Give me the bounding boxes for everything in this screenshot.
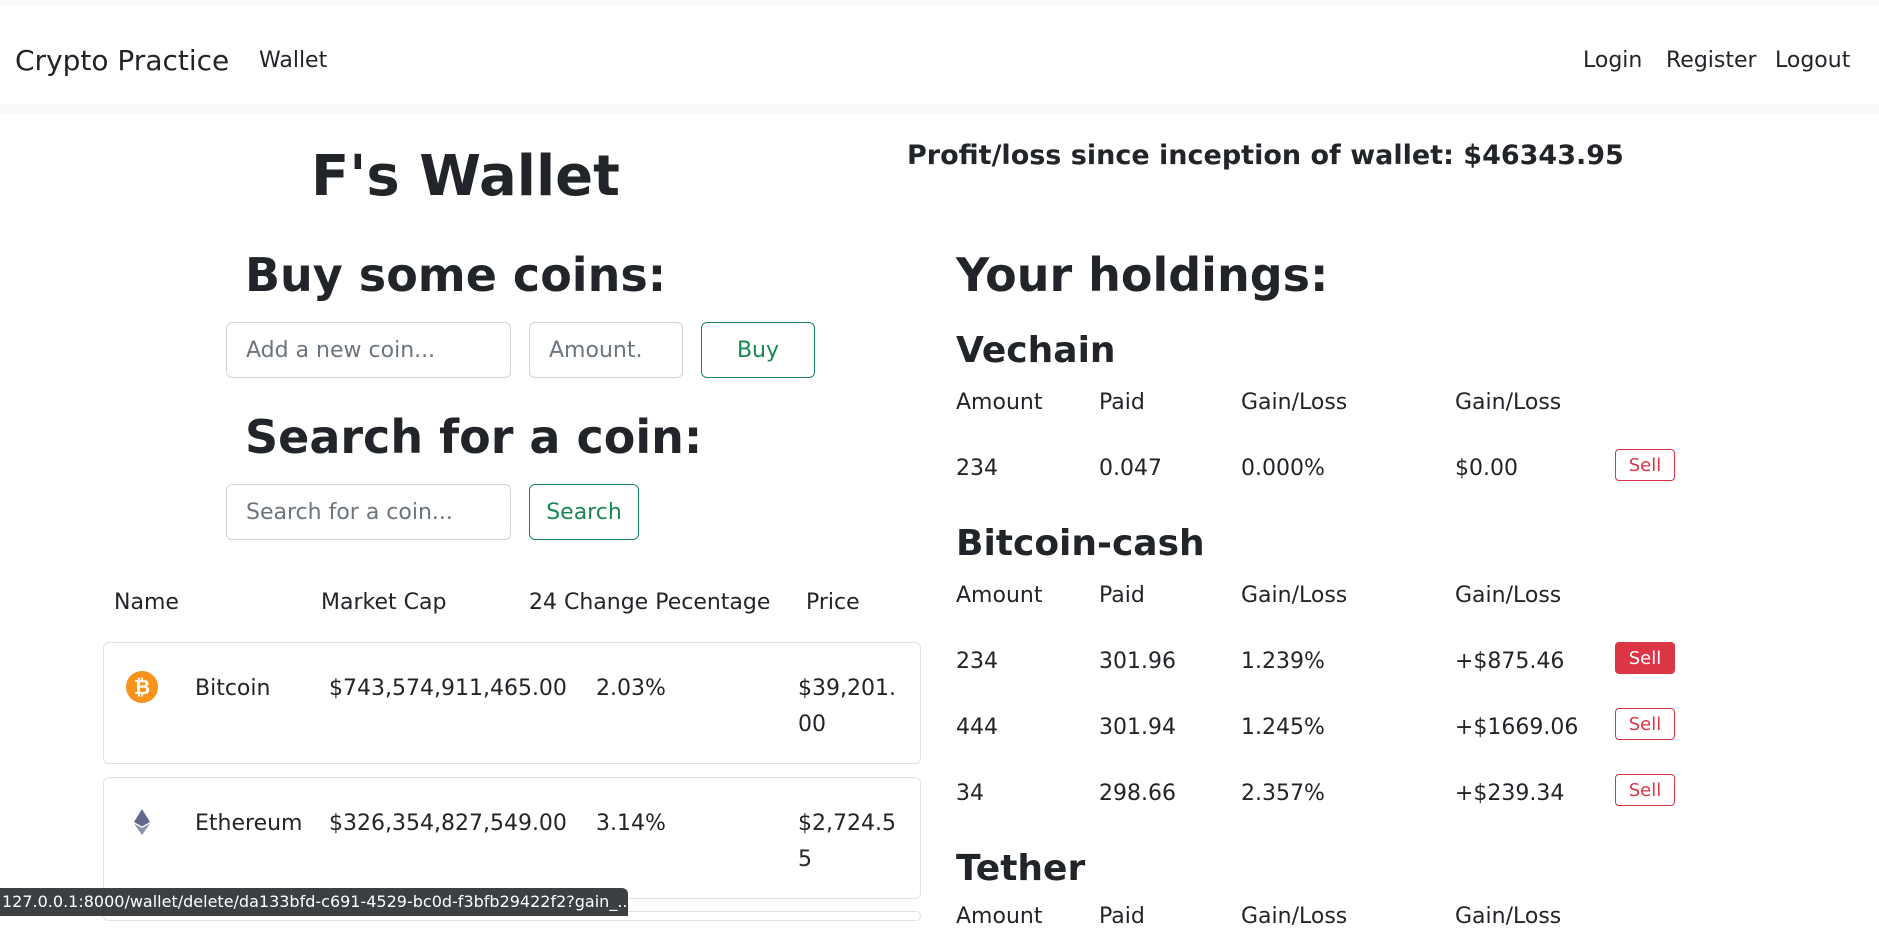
holding-paid: 301.94: [1099, 715, 1176, 740]
nav-register-link[interactable]: Register: [1666, 48, 1757, 73]
sell-button[interactable]: Sell: [1615, 774, 1675, 806]
buy-button[interactable]: Buy: [701, 322, 815, 378]
market-row[interactable]: Ethereum $326,354,827,549.00 3.14% $2,72…: [103, 777, 921, 899]
holding-header-paid: Paid: [1099, 390, 1145, 415]
holding-gain-pct: 1.245%: [1241, 715, 1325, 740]
holding-gain-usd: $0.00: [1455, 456, 1518, 481]
bitcoin-icon: ₿: [126, 671, 158, 703]
holding-header-gain-pct: Gain/Loss: [1241, 904, 1348, 929]
holding-amount: 34: [956, 781, 984, 806]
coin-change: 3.14%: [596, 811, 666, 836]
coin-market-cap: $326,354,827,549.00: [329, 811, 567, 836]
holding-paid: 301.96: [1099, 649, 1176, 674]
holding-header-amount: Amount: [956, 390, 1043, 415]
holding-gain-pct: 0.000%: [1241, 456, 1325, 481]
coin-market-cap: $743,574,911,465.00: [329, 676, 567, 701]
holding-header-amount: Amount: [956, 904, 1043, 929]
search-section-title: Search for a coin:: [245, 410, 703, 464]
coin-price: $39,201.00: [798, 676, 896, 737]
coin-change: 2.03%: [596, 676, 666, 701]
market-header-price: Price: [806, 590, 860, 615]
sell-button[interactable]: Sell: [1615, 449, 1675, 481]
ethereum-icon: [126, 806, 158, 838]
holding-paid: 298.66: [1099, 781, 1176, 806]
holding-amount: 234: [956, 649, 998, 674]
holding-name-vechain: Vechain: [956, 330, 1116, 371]
sell-button[interactable]: Sell: [1615, 708, 1675, 740]
coin-name: Ethereum: [195, 811, 303, 836]
brand-link[interactable]: Crypto Practice: [15, 44, 229, 77]
wallet-title: F's Wallet: [311, 144, 620, 209]
holding-amount: 234: [956, 456, 998, 481]
holding-header-gain-usd: Gain/Loss: [1455, 390, 1562, 415]
holding-header-amount: Amount: [956, 583, 1043, 608]
coin-price: $2,724.55: [798, 811, 896, 872]
market-row[interactable]: ₿ Bitcoin $743,574,911,465.00 2.03% $39,…: [103, 642, 921, 764]
search-input[interactable]: [226, 484, 511, 540]
holdings-title: Your holdings:: [956, 248, 1329, 302]
holding-header-gain-pct: Gain/Loss: [1241, 390, 1348, 415]
link-status-bar: 127.0.0.1:8000/wallet/delete/da133bfd-c6…: [0, 888, 628, 916]
nav-logout-link[interactable]: Logout: [1775, 48, 1850, 73]
holding-header-gain-pct: Gain/Loss: [1241, 583, 1348, 608]
holding-amount: 444: [956, 715, 998, 740]
navbar: Crypto Practice Wallet Login Register Lo…: [0, 6, 1879, 114]
profit-summary: Profit/loss since inception of wallet: $…: [907, 140, 1624, 171]
market-header-name: Name: [114, 590, 179, 615]
add-coin-input[interactable]: [226, 322, 511, 378]
holding-name-bitcoin-cash: Bitcoin-cash: [956, 523, 1205, 564]
holding-gain-usd: +$1669.06: [1455, 715, 1579, 740]
nav-wallet-link[interactable]: Wallet: [259, 48, 327, 73]
holding-gain-pct: 1.239%: [1241, 649, 1325, 674]
holding-header-gain-usd: Gain/Loss: [1455, 904, 1562, 929]
holding-paid: 0.047: [1099, 456, 1162, 481]
holding-gain-usd: +$239.34: [1455, 781, 1565, 806]
holding-header-paid: Paid: [1099, 904, 1145, 929]
holding-header-paid: Paid: [1099, 583, 1145, 608]
holding-gain-usd: +$875.46: [1455, 649, 1565, 674]
buy-section-title: Buy some coins:: [245, 248, 667, 302]
search-button[interactable]: Search: [529, 484, 639, 540]
holding-name-tether: Tether: [956, 848, 1086, 889]
sell-button[interactable]: Sell: [1615, 642, 1675, 674]
holding-header-gain-usd: Gain/Loss: [1455, 583, 1562, 608]
market-header-market-cap: Market Cap: [321, 590, 447, 615]
holding-gain-pct: 2.357%: [1241, 781, 1325, 806]
market-header-change: 24 Change Pecentage: [529, 590, 771, 615]
amount-input[interactable]: [529, 322, 683, 378]
coin-name: Bitcoin: [195, 676, 271, 701]
nav-login-link[interactable]: Login: [1583, 48, 1642, 73]
